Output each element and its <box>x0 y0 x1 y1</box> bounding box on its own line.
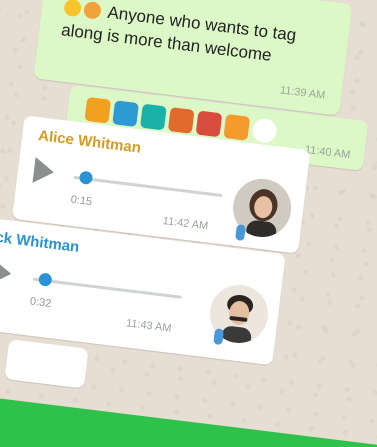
chat-view: Anyone who wants to tag along is more th… <box>0 0 377 447</box>
microphone-icon <box>235 224 246 242</box>
angry-face-icon <box>82 0 102 20</box>
sailboat-sticker-icon <box>167 107 195 134</box>
kayak-sticker-icon <box>195 110 223 138</box>
microphone-icon <box>213 328 225 346</box>
message-time: 11:40 AM <box>304 143 351 162</box>
sender-name: Alice Whitman <box>37 127 142 157</box>
grinning-face-icon <box>63 0 83 18</box>
audio-duration: 0:15 <box>69 193 93 209</box>
play-icon[interactable] <box>0 258 13 287</box>
audio-duration: 0:32 <box>29 295 53 310</box>
sender-name: ck Whitman <box>0 228 81 256</box>
swimmer-sticker-icon <box>140 103 167 131</box>
audio-progress-track[interactable] <box>73 175 223 198</box>
message-time: 11:39 AM <box>279 84 326 102</box>
message-time: 11:43 AM <box>125 317 173 335</box>
sunset-sticker-icon <box>223 113 251 141</box>
jet-ski-sticker-icon <box>84 96 112 124</box>
message-time: 11:42 AM <box>162 215 209 233</box>
audio-scrubber-handle[interactable] <box>38 272 53 287</box>
surfing-sticker-icon <box>112 100 139 128</box>
audio-scrubber-handle[interactable] <box>78 170 94 186</box>
speech-balloon-sticker-icon <box>251 117 278 145</box>
message-text-wrapper: Anyone who wants to tag along is more th… <box>60 0 324 73</box>
audio-progress-track[interactable] <box>32 277 182 299</box>
play-icon[interactable] <box>32 157 56 186</box>
